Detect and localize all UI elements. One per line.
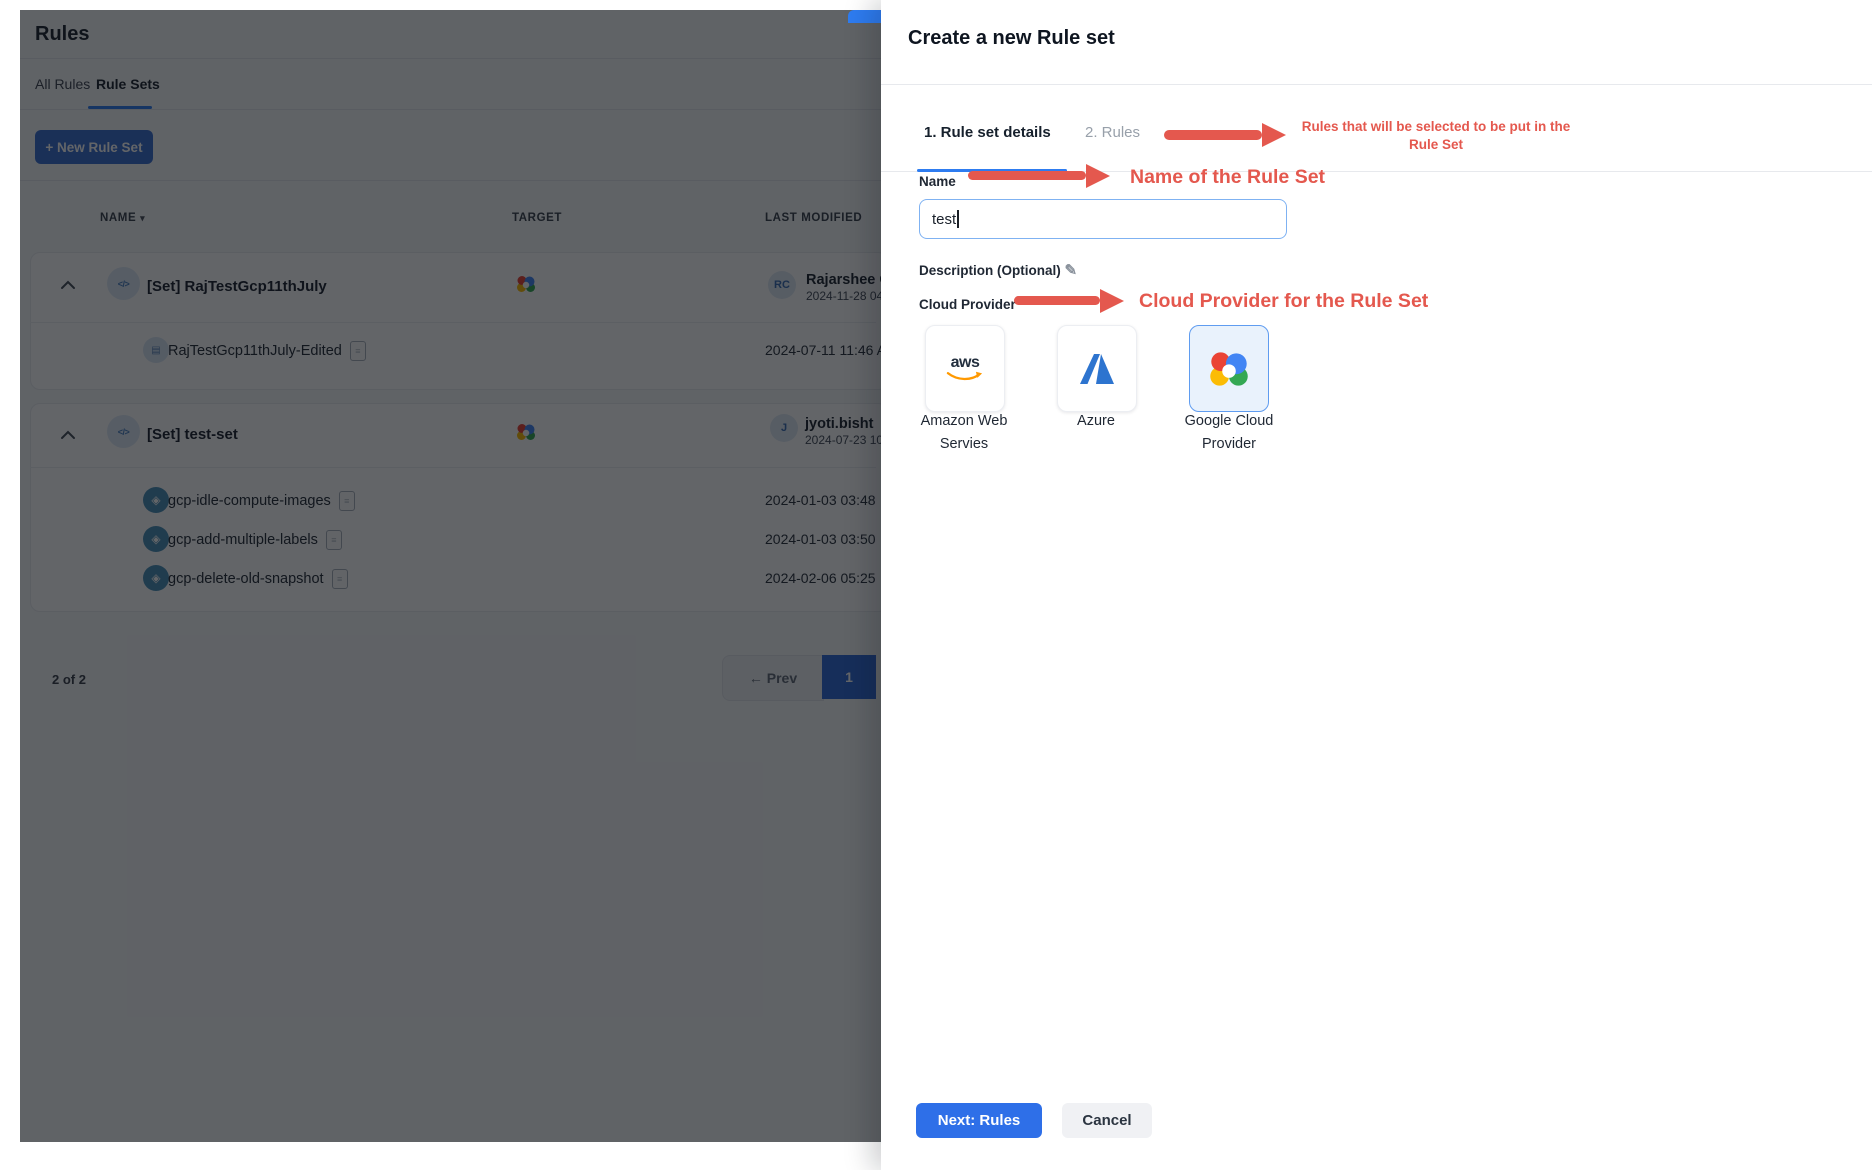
gcp-logo-icon	[1210, 351, 1248, 386]
step-tab-rule-set-details[interactable]: 1. Rule set details	[924, 124, 1051, 141]
annotation-arrow	[1014, 288, 1124, 313]
step-tab-rules[interactable]: 2. Rules	[1085, 124, 1140, 141]
divider	[881, 84, 1872, 85]
provider-label-azure: Azure	[1077, 413, 1115, 429]
annotation-arrow	[1164, 123, 1286, 147]
aws-logo-icon: aws	[946, 354, 984, 382]
name-input[interactable]: test	[919, 199, 1287, 239]
cloud-provider-label: Cloud Provider	[919, 297, 1016, 312]
description-label: Description (Optional) ✎	[919, 262, 1078, 279]
modal-backdrop[interactable]	[20, 10, 881, 1142]
annotation-name-note: Name of the Rule Set	[1130, 166, 1326, 188]
provider-label-gcp: Google Cloud Provider	[1184, 413, 1274, 452]
azure-logo-icon	[1080, 353, 1114, 384]
provider-card-gcp[interactable]	[1189, 325, 1269, 412]
annotation-cloud-provider-note: Cloud Provider for the Rule Set	[1139, 290, 1429, 312]
provider-card-aws[interactable]: aws	[925, 325, 1005, 412]
annotation-arrow	[968, 163, 1110, 188]
text-cursor	[957, 210, 959, 228]
modal-title: Create a new Rule set	[908, 27, 1115, 49]
pencil-icon[interactable]: ✎	[1065, 262, 1078, 279]
provider-label-aws: Amazon Web Servies	[920, 413, 1008, 452]
provider-card-azure[interactable]	[1057, 325, 1137, 412]
name-label: Name	[919, 174, 956, 189]
hidden-button-fragment	[848, 10, 881, 23]
create-rule-set-modal: Create a new Rule set 1. Rule set detail…	[881, 0, 1872, 1170]
next-rules-button[interactable]: Next: Rules	[916, 1103, 1042, 1138]
cancel-button[interactable]: Cancel	[1062, 1103, 1152, 1138]
annotation-rules-note: Rules that will be selected to be put in…	[1301, 119, 1571, 152]
